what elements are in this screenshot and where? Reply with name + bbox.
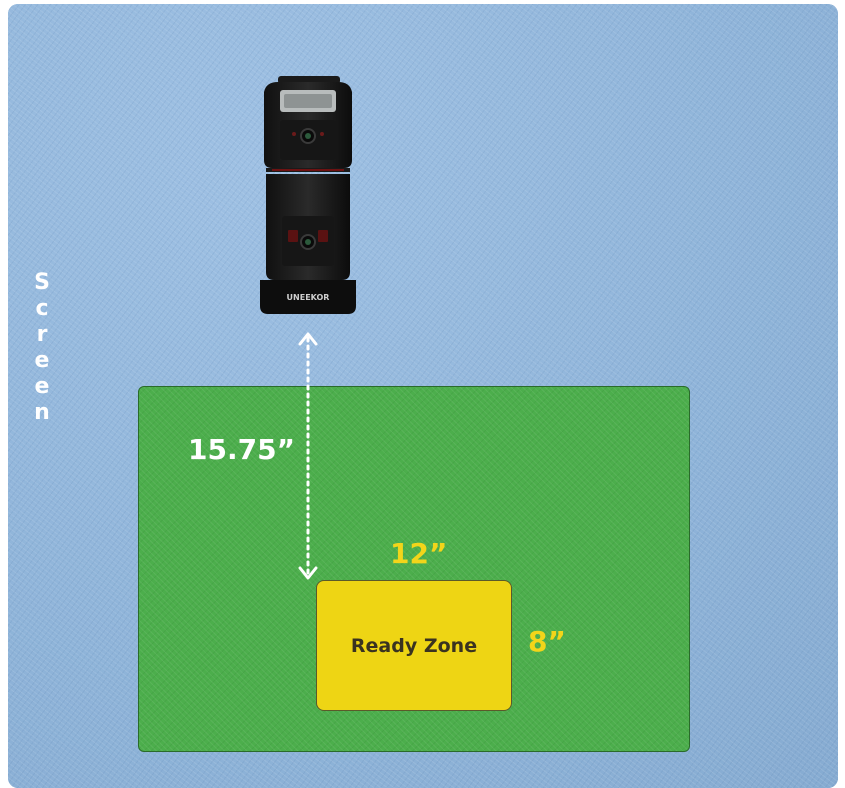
distance-measurement: 15.75” xyxy=(188,433,295,466)
zone-height-measurement: 8” xyxy=(528,625,566,658)
screen-label: Screen xyxy=(30,270,54,426)
distance-arrow xyxy=(298,332,318,580)
screen-label-letter: S xyxy=(34,270,50,295)
device-brand-label: UNEEKOR xyxy=(287,293,330,302)
ready-zone-label: Ready Zone xyxy=(350,634,478,657)
screen-label-letter: r xyxy=(36,322,48,347)
zone-width-measurement: 12” xyxy=(390,537,448,570)
setup-diagram: Screen UNEEKOR 15.75” 12” Ready Zone 8” xyxy=(0,0,845,788)
screen-label-letter: e xyxy=(34,374,50,399)
launch-monitor-device: UNEEKOR xyxy=(260,76,356,314)
ready-zone: Ready Zone xyxy=(316,580,512,711)
screen-label-letter: e xyxy=(34,348,50,373)
screen-label-letter: n xyxy=(34,400,50,425)
screen-label-letter: c xyxy=(35,296,49,321)
